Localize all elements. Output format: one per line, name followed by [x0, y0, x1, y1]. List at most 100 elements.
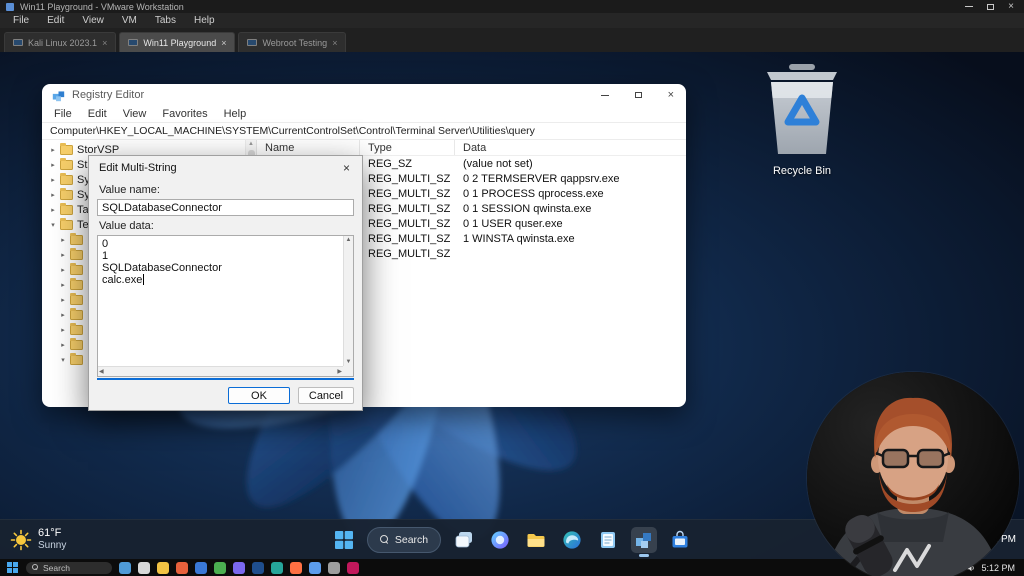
host-app-icon-12[interactable] — [328, 562, 340, 574]
chevron-right-icon[interactable]: ▸ — [58, 266, 68, 274]
tab-close-icon[interactable]: × — [102, 38, 107, 48]
vertical-scrollbar[interactable]: ▲ ▼ — [343, 236, 353, 366]
scroll-left-icon[interactable]: ◀ — [99, 369, 104, 375]
host-app-icon-9[interactable] — [271, 562, 283, 574]
registry-editor-taskbar-button[interactable] — [631, 527, 657, 553]
chevron-down-icon[interactable]: ▾ — [48, 221, 58, 229]
task-view-button[interactable] — [451, 527, 477, 553]
menu-file[interactable]: File — [4, 15, 38, 26]
vm-monitor-icon — [247, 39, 257, 46]
folder-icon — [60, 145, 73, 155]
value-data-text[interactable]: 0 1 SQLDatabaseConnector calc.exe — [98, 236, 343, 366]
store-button[interactable] — [667, 527, 693, 553]
scroll-down-icon[interactable]: ▼ — [346, 359, 352, 365]
host-app-icon-8[interactable] — [252, 562, 264, 574]
host-app-icon-10[interactable] — [290, 562, 302, 574]
cancel-button[interactable]: Cancel — [298, 387, 354, 404]
chevron-right-icon[interactable]: ▸ — [48, 191, 58, 199]
registry-editor-icon — [634, 530, 654, 550]
chevron-right-icon[interactable]: ▸ — [58, 296, 68, 304]
vmware-window-title: Win11 Playground - VMware Workstation — [20, 2, 184, 12]
chevron-right-icon[interactable]: ▸ — [48, 206, 58, 214]
scroll-right-icon[interactable]: ▶ — [337, 369, 342, 375]
maximize-icon[interactable] — [987, 4, 994, 10]
chevron-right-icon[interactable]: ▸ — [58, 251, 68, 259]
weather-widget[interactable]: 61°F Sunny — [10, 520, 66, 559]
host-start-button[interactable] — [7, 562, 19, 574]
vm-tab-win11-playground[interactable]: Win11 Playground × — [119, 32, 235, 52]
regedit-title: Registry Editor — [72, 89, 144, 101]
regedit-menu-edit[interactable]: Edit — [80, 108, 115, 120]
vm-monitor-icon — [13, 39, 23, 46]
folder-icon — [70, 310, 83, 320]
vm-tab-kali[interactable]: Kali Linux 2023.1 × — [4, 32, 116, 52]
vm-tab-webroot[interactable]: Webroot Testing × — [238, 32, 346, 52]
column-header-type[interactable]: Type — [360, 140, 455, 155]
value-name-input[interactable] — [97, 199, 354, 216]
host-app-icon-7[interactable] — [233, 562, 245, 574]
chevron-right-icon[interactable]: ▸ — [58, 341, 68, 349]
recycle-bin[interactable]: Recycle Bin — [752, 62, 852, 177]
regedit-menu-file[interactable]: File — [46, 108, 80, 120]
host-search[interactable]: Search — [26, 562, 112, 574]
host-app-icon-4[interactable] — [176, 562, 188, 574]
host-app-icon-5[interactable] — [195, 562, 207, 574]
vmware-menubar: File Edit View VM Tabs Help — [0, 13, 1024, 28]
chevron-right-icon[interactable]: ▸ — [58, 326, 68, 334]
host-app-icon-6[interactable] — [214, 562, 226, 574]
chevron-right-icon[interactable]: ▸ — [48, 176, 58, 184]
minimize-icon[interactable] — [965, 6, 973, 7]
chevron-right-icon[interactable]: ▸ — [48, 146, 58, 154]
notepad-button[interactable] — [595, 527, 621, 553]
host-app-icon-3[interactable] — [157, 562, 169, 574]
regedit-menubar: File Edit View Favorites Help — [42, 106, 686, 123]
host-app-icon-2[interactable] — [138, 562, 150, 574]
maximize-icon[interactable] — [635, 92, 642, 98]
menu-vm[interactable]: VM — [113, 15, 146, 26]
host-app-icon-1[interactable] — [119, 562, 131, 574]
taskbar-search[interactable]: Search — [367, 527, 441, 553]
ok-button[interactable]: OK — [228, 387, 290, 404]
column-header-data[interactable]: Data — [455, 140, 686, 155]
start-button[interactable] — [331, 527, 357, 553]
edge-button[interactable] — [559, 527, 585, 553]
windows-start-icon — [7, 562, 18, 573]
copilot-button[interactable] — [487, 527, 513, 553]
host-app-icon-13[interactable] — [347, 562, 359, 574]
close-icon[interactable]: × — [668, 90, 674, 100]
chevron-down-icon[interactable]: ▾ — [58, 356, 68, 364]
menu-edit[interactable]: Edit — [38, 15, 73, 26]
close-icon[interactable]: × — [341, 161, 352, 175]
close-icon[interactable]: × — [1008, 2, 1014, 12]
menu-view[interactable]: View — [73, 15, 113, 26]
tab-close-icon[interactable]: × — [221, 38, 226, 48]
value-data-textarea[interactable]: 0 1 SQLDatabaseConnector calc.exe ▲ ▼ ◀ … — [97, 235, 354, 377]
chevron-right-icon[interactable]: ▸ — [58, 236, 68, 244]
chevron-right-icon[interactable]: ▸ — [48, 161, 58, 169]
recycle-bin-label: Recycle Bin — [752, 165, 852, 177]
screen: { "colors": {"accent": "#0a6cd6", "taskb… — [0, 0, 1024, 576]
scroll-up-icon[interactable]: ▲ — [248, 141, 254, 147]
minimize-icon[interactable] — [601, 95, 609, 96]
scroll-up-icon[interactable]: ▲ — [346, 237, 352, 243]
horizontal-scrollbar[interactable]: ◀ ▶ — [98, 366, 343, 376]
regedit-app-icon — [52, 89, 65, 102]
regedit-menu-help[interactable]: Help — [216, 108, 255, 120]
menu-tabs[interactable]: Tabs — [146, 15, 185, 26]
dialog-titlebar[interactable]: Edit Multi-String × — [89, 156, 362, 180]
host-app-icon-11[interactable] — [309, 562, 321, 574]
regedit-menu-view[interactable]: View — [115, 108, 155, 120]
tab-close-icon[interactable]: × — [332, 38, 337, 48]
column-header-name[interactable]: Name — [257, 140, 360, 155]
menu-help[interactable]: Help — [185, 15, 224, 26]
folder-icon — [70, 295, 83, 305]
regedit-titlebar[interactable]: Registry Editor × — [42, 84, 686, 106]
regedit-address-bar[interactable]: Computer\HKEY_LOCAL_MACHINE\SYSTEM\Curre… — [42, 123, 686, 140]
cell-type: REG_MULTI_SZ — [360, 173, 455, 185]
file-explorer-button[interactable] — [523, 527, 549, 553]
regedit-menu-favorites[interactable]: Favorites — [154, 108, 215, 120]
host-clock[interactable]: 5:12 PM — [981, 563, 1017, 573]
chevron-right-icon[interactable]: ▸ — [58, 311, 68, 319]
vmware-titlebar: Win11 Playground - VMware Workstation × — [0, 0, 1024, 13]
chevron-right-icon[interactable]: ▸ — [58, 281, 68, 289]
